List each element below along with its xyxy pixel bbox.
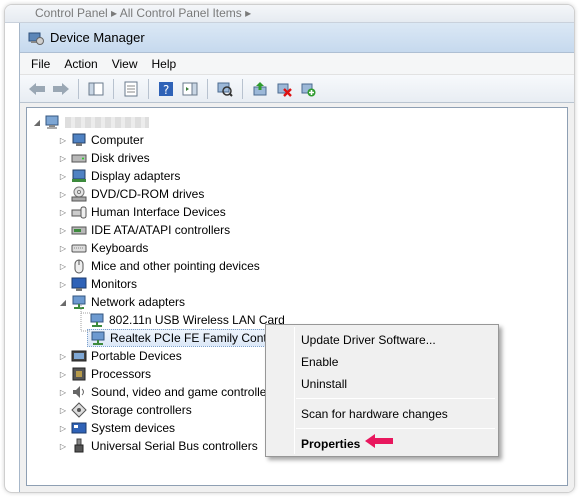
menu-item-scan-hardware[interactable]: Scan for hardware changes xyxy=(301,404,448,424)
menu-separator xyxy=(296,398,495,399)
context-menu-gutter xyxy=(294,327,295,454)
menu-item-enable[interactable]: Enable xyxy=(301,352,338,372)
menu-item-uninstall[interactable]: Uninstall xyxy=(301,374,347,394)
pink-arrow-icon xyxy=(365,434,393,448)
menu-item-properties[interactable]: Properties xyxy=(301,434,360,454)
menu-separator xyxy=(296,428,495,429)
menu-item-update-driver[interactable]: Update Driver Software... xyxy=(301,330,436,350)
